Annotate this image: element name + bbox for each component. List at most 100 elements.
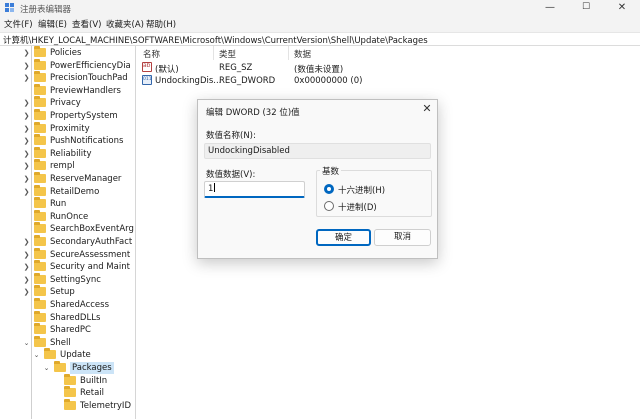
tree-item-run[interactable]: Run xyxy=(0,197,135,210)
folder-icon xyxy=(34,285,46,297)
address-bar[interactable]: 计算机\HKEY_LOCAL_MACHINE\SOFTWARE\Microsof… xyxy=(0,32,640,46)
tree-item-label: SharedPC xyxy=(50,325,91,336)
expand-chevron-icon[interactable]: ❯ xyxy=(22,161,31,171)
tree-item-secondaryauthfact[interactable]: ❯ SecondaryAuthFact xyxy=(0,235,135,248)
folder-icon xyxy=(34,58,46,70)
tree-item-shell[interactable]: ⌄ Shell xyxy=(0,335,135,349)
expand-chevron-icon[interactable]: ❯ xyxy=(22,61,31,71)
tree-item-sharedpc[interactable]: SharedPC xyxy=(0,323,135,336)
folder-icon xyxy=(34,83,46,95)
tree-item-sharedaccess[interactable]: SharedAccess xyxy=(0,298,135,311)
expand-chevron-icon[interactable]: ❯ xyxy=(22,262,31,272)
radio-hex-label[interactable]: 十六进制(H) xyxy=(338,184,385,196)
maximize-button[interactable]: ☐ xyxy=(568,0,604,16)
tree-item-label: Policies xyxy=(50,48,82,58)
tree-item-rempl[interactable]: ❯ rempl xyxy=(0,159,135,172)
menu-favorites[interactable]: 收藏夹(A) xyxy=(106,18,144,30)
column-divider[interactable] xyxy=(288,46,289,60)
tree-item-label: SecureAssessment xyxy=(50,249,131,260)
radio-hex[interactable] xyxy=(324,184,334,194)
folder-icon xyxy=(64,386,76,398)
folder-icon xyxy=(34,222,46,234)
expand-chevron-icon[interactable]: ❯ xyxy=(22,250,31,260)
expand-chevron-icon[interactable]: ❯ xyxy=(22,174,31,184)
tree-item-label: Privacy xyxy=(50,98,81,109)
expand-chevron-icon[interactable]: ❯ xyxy=(22,73,31,83)
collapse-chevron-icon[interactable]: ⌄ xyxy=(22,338,31,348)
tree-item-update[interactable]: ⌄ Update xyxy=(0,348,135,361)
tree-item-previewhandlers[interactable]: PreviewHandlers xyxy=(0,83,135,97)
expand-chevron-icon[interactable]: ❯ xyxy=(22,48,31,58)
cancel-button[interactable]: 取消 xyxy=(374,229,431,246)
close-button[interactable]: ✕ xyxy=(604,0,640,16)
tree-item-retail[interactable]: Retail xyxy=(0,386,135,399)
tree-item-powerefficiencydia[interactable]: ❯ PowerEfficiencyDia xyxy=(0,58,135,72)
tree-item-precisiontouchpad[interactable]: ❯ PrecisionTouchPad xyxy=(0,71,135,84)
tree-item-label: rempl xyxy=(50,161,75,172)
tree-item-pushnotifications[interactable]: ❯ PushNotifications xyxy=(0,134,135,147)
expand-chevron-icon[interactable]: ❯ xyxy=(22,237,31,247)
tree-item-privacy[interactable]: ❯ Privacy xyxy=(0,96,135,109)
radio-dec[interactable] xyxy=(324,201,334,211)
menu-bar: 文件(F) 编辑(E) 查看(V) 收藏夹(A) 帮助(H) xyxy=(0,16,640,32)
folder-icon xyxy=(34,184,46,196)
tree-item-label: Update xyxy=(60,350,91,361)
minimize-button[interactable]: — xyxy=(532,0,568,16)
dialog-close-button[interactable]: ✕ xyxy=(420,102,434,116)
tree-item-label: RetailDemo xyxy=(50,186,100,197)
tree-item-searchboxeventarg[interactable]: SearchBoxEventArg xyxy=(0,222,135,235)
expand-chevron-icon[interactable]: ❯ xyxy=(22,275,31,285)
radio-dec-label[interactable]: 十进制(D) xyxy=(338,201,377,213)
tree-item-reservemanager[interactable]: ❯ ReserveManager xyxy=(0,172,135,185)
tree-item-label: Run xyxy=(50,199,67,210)
tree-item-policies[interactable]: ❯ Policies xyxy=(0,46,135,59)
tree-item-settingsync[interactable]: ❯ SettingSync xyxy=(0,272,135,286)
tree-item-secureassessment[interactable]: ❯ SecureAssessment xyxy=(0,247,135,261)
folder-icon xyxy=(34,121,46,133)
tree-item-label: SettingSync xyxy=(50,274,101,285)
value-data-input[interactable]: 1 xyxy=(204,181,305,198)
expand-chevron-icon[interactable]: ❯ xyxy=(22,149,31,159)
tree-item-label: PropertySystem xyxy=(50,111,118,121)
expand-chevron-icon[interactable]: ❯ xyxy=(22,98,31,108)
tree-item-proximity[interactable]: ❯ Proximity xyxy=(0,121,135,135)
tree-item-propertysystem[interactable]: ❯ PropertySystem xyxy=(0,109,135,122)
folder-icon xyxy=(64,398,76,410)
menu-file[interactable]: 文件(F) xyxy=(4,18,33,30)
column-header-data[interactable]: 数据 xyxy=(294,48,311,60)
tree-item-packages[interactable]: ⌄ Packages xyxy=(0,361,135,374)
folder-icon xyxy=(34,46,46,57)
tree-item-telemetryid[interactable]: TelemetryID xyxy=(0,398,135,412)
tree-item-builtin[interactable]: BuiltIn xyxy=(0,373,135,387)
folder-icon xyxy=(34,335,46,347)
tree-item-security-and-maint[interactable]: ❯ Security and Maint xyxy=(0,260,135,273)
collapse-chevron-icon[interactable]: ⌄ xyxy=(42,363,51,373)
expand-chevron-icon[interactable]: ❯ xyxy=(22,111,31,121)
column-header-type[interactable]: 类型 xyxy=(219,48,236,60)
registry-tree[interactable]: ❯ Policies ❯ PowerEfficiencyDia ❯ PrecisionTo… xyxy=(0,46,136,419)
tree-item-setup[interactable]: ❯ Setup xyxy=(0,285,135,298)
expand-chevron-icon[interactable]: ❯ xyxy=(22,124,31,134)
folder-icon xyxy=(34,146,46,158)
menu-help[interactable]: 帮助(H) xyxy=(146,18,176,30)
tree-item-reliability[interactable]: ❯ Reliability xyxy=(0,146,135,160)
folder-icon xyxy=(34,109,46,120)
tree-item-shareddlls[interactable]: SharedDLLs xyxy=(0,310,135,324)
column-header-name[interactable]: 名称 xyxy=(143,48,160,60)
expand-chevron-icon[interactable]: ❯ xyxy=(22,136,31,146)
menu-edit[interactable]: 编辑(E) xyxy=(38,18,67,30)
folder-icon xyxy=(34,247,46,259)
expand-chevron-icon[interactable]: ❯ xyxy=(22,287,31,297)
ok-button[interactable]: 确定 xyxy=(316,229,371,246)
tree-item-label: Security and Maint xyxy=(50,262,130,273)
expand-chevron-icon[interactable]: ❯ xyxy=(22,187,31,197)
tree-item-retaildemo[interactable]: ❯ RetailDemo xyxy=(0,184,135,198)
collapse-chevron-icon[interactable]: ⌄ xyxy=(32,350,41,360)
tree-item-runonce[interactable]: RunOnce xyxy=(0,209,135,223)
tree-item-label: Retail xyxy=(80,388,105,399)
column-divider[interactable] xyxy=(213,46,214,60)
folder-icon xyxy=(54,361,66,372)
menu-view[interactable]: 查看(V) xyxy=(72,18,101,30)
address-path[interactable]: 计算机\HKEY_LOCAL_MACHINE\SOFTWARE\Microsof… xyxy=(3,34,428,46)
title-bar: 注册表编辑器 — ☐ ✕ xyxy=(0,0,640,16)
